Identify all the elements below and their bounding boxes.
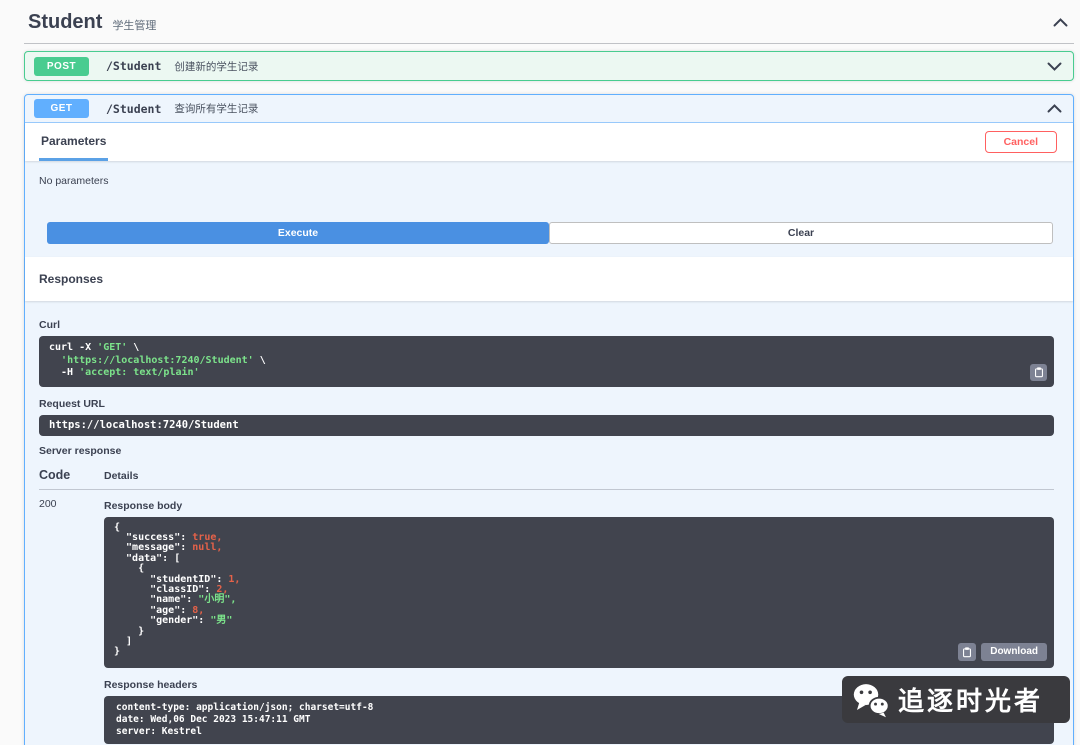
opblock-get-student: GET /Student 查询所有学生记录 Parameters Cancel … <box>24 94 1074 745</box>
expand-post-button[interactable] <box>1045 60 1064 73</box>
response-body-json: { "success": true, "message": null, "dat… <box>114 521 241 658</box>
clipboard-icon <box>963 647 972 657</box>
copy-curl-button[interactable] <box>1030 363 1047 381</box>
response-table-header: Code Details <box>39 462 1054 490</box>
get-summary-row[interactable]: GET /Student 查询所有学生记录 <box>25 95 1073 123</box>
watermark: 追逐时光者 <box>842 676 1070 723</box>
watermark-text: 追逐时光者 <box>898 686 1044 716</box>
details-column-header: Details <box>104 469 139 482</box>
get-endpoint-summary: 查询所有学生记录 <box>174 103 259 115</box>
clear-button[interactable]: Clear <box>549 222 1053 244</box>
server-response-label: Server response <box>39 444 122 457</box>
parameters-tab[interactable]: Parameters <box>39 123 109 161</box>
tag-title: Student <box>28 11 103 33</box>
responses-section-header: Responses <box>25 257 1073 301</box>
post-summary-row[interactable]: POST /Student 创建新的学生记录 <box>25 52 1073 80</box>
post-endpoint-path: /Student <box>106 59 162 73</box>
request-url-label: Request URL <box>39 397 105 410</box>
responses-header-label: Responses <box>39 272 104 286</box>
response-body-controls: Download <box>958 642 1047 661</box>
request-url-value: https://localhost:7240/Student <box>49 418 239 431</box>
opblock-post-student: POST /Student 创建新的学生记录 <box>24 51 1074 81</box>
post-endpoint-summary: 创建新的学生记录 <box>174 60 259 73</box>
get-method-badge: GET <box>34 99 89 118</box>
tag-section-header: Student 学生管理 <box>24 0 1074 44</box>
chevron-up-icon <box>1053 18 1068 27</box>
execute-button[interactable]: Execute <box>47 222 549 244</box>
collapse-section-button[interactable] <box>1051 16 1070 29</box>
execute-wrapper: Execute Clear <box>25 218 1073 257</box>
curl-label: Curl <box>39 319 60 331</box>
response-body-block: { "success": true, "message": null, "dat… <box>104 516 1054 668</box>
curl-command-block: curl -X 'GET' \ 'https://localhost:7240/… <box>39 336 1054 387</box>
swagger-page: Student 学生管理 POST /Student 创建新的学生记录 GET … <box>0 0 1080 745</box>
response-body-label: Response body <box>104 499 183 512</box>
request-url-block: https://localhost:7240/Student <box>39 414 1054 436</box>
copy-response-button[interactable] <box>958 642 977 661</box>
wechat-icon <box>853 683 890 717</box>
parameters-section-header: Parameters Cancel <box>25 123 1073 161</box>
post-method-badge: POST <box>34 56 89 76</box>
chevron-up-icon <box>1047 104 1062 113</box>
clipboard-icon <box>1034 367 1043 378</box>
collapse-get-button[interactable] <box>1045 102 1064 115</box>
get-endpoint-path: /Student <box>106 101 162 116</box>
tag-subtitle: 学生管理 <box>112 19 157 32</box>
status-code: 200 <box>39 497 57 510</box>
curl-command-text: curl -X 'GET' \ 'https://localhost:7240/… <box>49 342 266 378</box>
code-column-header: Code <box>39 467 71 482</box>
chevron-down-icon <box>1047 62 1062 71</box>
parameters-body: No parameters <box>25 161 1073 218</box>
cancel-button[interactable]: Cancel <box>984 131 1057 153</box>
download-button[interactable]: Download <box>981 642 1047 661</box>
no-parameters-text: No parameters <box>39 175 109 187</box>
